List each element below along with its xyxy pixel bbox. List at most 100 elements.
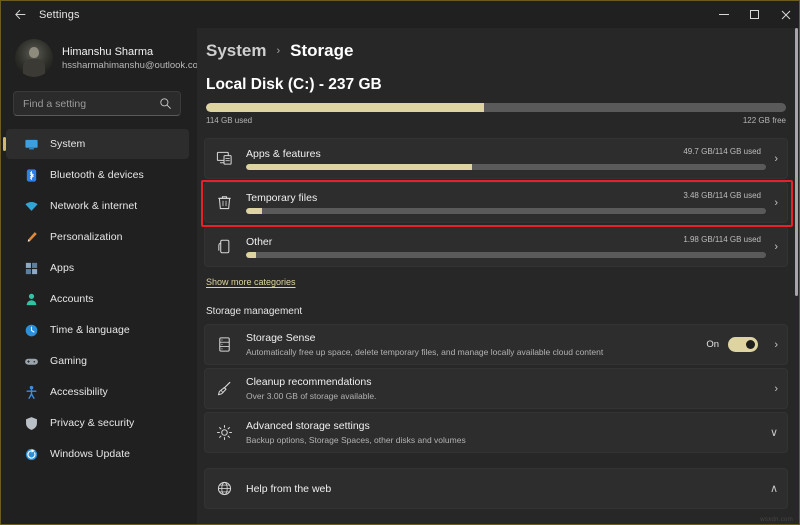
chevron-down-icon[interactable]: ∨ — [770, 427, 778, 439]
sidebar-item-label: Privacy & security — [50, 417, 135, 429]
avatar-head — [29, 46, 39, 58]
category-amount: 1.98 GB/114 GB used — [683, 235, 761, 244]
watermark: wsxdn.com — [760, 517, 793, 523]
sidebar-item-label: Apps — [50, 262, 75, 274]
row-text: Storage Sense Automatically free up spac… — [246, 331, 706, 358]
storage-sense-row[interactable]: Storage Sense Automatically free up spac… — [204, 324, 788, 365]
settings-window: Settings Himanshu Sharma hssharmahimansh… — [0, 0, 800, 525]
row-text: Cleanup recommendations Over 3.00 GB of … — [246, 375, 778, 402]
document-icon — [218, 239, 230, 254]
account-email: hssharmahimanshu@outlook.com — [62, 59, 206, 71]
search-box[interactable] — [13, 91, 181, 116]
sidebar-item-apps[interactable]: Apps — [6, 253, 189, 283]
row-subtitle: Automatically free up space, delete temp… — [246, 347, 604, 357]
chevron-up-icon[interactable]: ∧ — [770, 483, 778, 495]
broom-icon — [217, 381, 231, 396]
account-name: Himanshu Sharma — [62, 45, 154, 58]
disk-usage-labels: 114 GB used 122 GB free — [206, 116, 786, 125]
storage-category-other[interactable]: Other 1.98 GB/114 GB used › — [204, 226, 788, 267]
sidebar-item-privacy-security[interactable]: Privacy & security — [6, 408, 189, 438]
sidebar-item-label: Bluetooth & devices — [50, 169, 144, 181]
account-icon — [26, 293, 37, 305]
row-title: Help from the web — [246, 482, 332, 495]
title-bar: Settings — [1, 1, 799, 28]
search-icon[interactable] — [159, 97, 172, 110]
disk-used-label: 114 GB used — [206, 116, 253, 125]
trash-icon — [218, 196, 231, 210]
row-text: Advanced storage settings Backup options… — [246, 419, 778, 446]
close-button[interactable] — [770, 1, 799, 28]
breadcrumb-current: Storage — [290, 41, 354, 60]
chevron-right-icon[interactable]: › — [774, 241, 778, 253]
sidebar-item-label: Personalization — [50, 231, 123, 243]
avatar — [15, 39, 53, 77]
category-bar — [246, 207, 766, 214]
chevron-right-icon[interactable]: › — [774, 153, 778, 165]
sidebar-item-bluetooth-devices[interactable]: Bluetooth & devices — [6, 160, 189, 190]
update-icon — [25, 448, 38, 460]
account-profile[interactable]: Himanshu Sharma hssharmahimanshu@outlook… — [15, 39, 206, 77]
advanced-storage-settings-row[interactable]: Advanced storage settings Backup options… — [204, 412, 788, 453]
storage-category-apps-features[interactable]: Apps & features 49.7 GB/114 GB used › — [204, 138, 788, 179]
row-text: Help from the web — [246, 482, 778, 496]
breadcrumb-parent[interactable]: System — [206, 41, 266, 61]
close-icon — [781, 10, 790, 19]
gamepad-icon — [25, 358, 38, 365]
sidebar-item-label: Time & language — [50, 324, 130, 336]
maximize-button[interactable] — [739, 1, 770, 28]
back-button[interactable] — [1, 1, 39, 28]
show-more-categories-link[interactable]: Show more categories — [206, 277, 296, 287]
sidebar-item-system[interactable]: System — [3, 129, 189, 159]
disk-usage-bar — [206, 103, 786, 112]
storage-category-temporary-files[interactable]: Temporary files 3.48 GB/114 GB used › — [204, 182, 788, 223]
chevron-right-icon[interactable]: › — [774, 339, 778, 351]
row-title: Cleanup recommendations — [246, 376, 372, 388]
cleanup-recommendations-row[interactable]: Cleanup recommendations Over 3.00 GB of … — [204, 368, 788, 409]
category-bar — [246, 251, 766, 258]
category-bar — [246, 163, 766, 170]
sidebar-item-accounts[interactable]: Accounts — [6, 284, 189, 314]
storage-management-list: Storage Sense Automatically free up spac… — [197, 324, 799, 509]
apps-icon — [25, 262, 38, 274]
sidebar: Himanshu Sharma hssharmahimanshu@outlook… — [1, 28, 206, 524]
category-amount: 3.48 GB/114 GB used — [683, 191, 761, 200]
avatar-body — [23, 58, 45, 77]
bluetooth-icon — [26, 168, 37, 182]
sidebar-item-personalization[interactable]: Personalization — [6, 222, 189, 252]
help-from-web-row[interactable]: Help from the web ∧ — [204, 468, 788, 509]
breadcrumb: System › Storage — [206, 41, 799, 61]
gear-icon — [216, 424, 233, 441]
sidebar-nav: System Bluetooth & devices Network & int… — [1, 129, 197, 469]
minimize-button[interactable] — [708, 1, 739, 28]
sidebar-item-label: Windows Update — [50, 448, 131, 460]
scrollbar-thumb[interactable] — [795, 28, 798, 296]
category-bar-fill — [246, 163, 473, 170]
globe-icon — [217, 481, 232, 496]
storage-sense-toggle[interactable] — [728, 337, 758, 352]
back-arrow-icon — [14, 9, 25, 20]
sidebar-item-gaming[interactable]: Gaming — [6, 346, 189, 376]
storage-sense-toggle-group[interactable]: On — [706, 337, 758, 352]
sidebar-item-label: Accounts — [50, 293, 94, 305]
maximize-icon — [750, 10, 759, 19]
toggle-knob — [746, 340, 755, 349]
sidebar-item-network-internet[interactable]: Network & internet — [6, 191, 189, 221]
sidebar-item-label: Network & internet — [50, 200, 138, 212]
sidebar-item-windows-update[interactable]: Windows Update — [6, 439, 189, 469]
shield-icon — [26, 416, 37, 430]
storage-categories: Apps & features 49.7 GB/114 GB used › Te… — [204, 138, 788, 267]
sidebar-item-label: Accessibility — [50, 386, 108, 398]
sidebar-item-accessibility[interactable]: Accessibility — [6, 377, 189, 407]
clock-icon — [25, 324, 38, 336]
chevron-right-icon[interactable]: › — [774, 197, 778, 209]
page-title: Local Disk (C:) - 237 GB — [206, 76, 382, 93]
sidebar-item-time-language[interactable]: Time & language — [6, 315, 189, 345]
row-title: Storage Sense — [246, 332, 316, 344]
content-scrollbar[interactable] — [794, 28, 799, 524]
search-input[interactable] — [14, 97, 154, 110]
chevron-right-icon[interactable]: › — [774, 383, 778, 395]
sidebar-item-label: System — [50, 138, 86, 150]
storage-management-heading: Storage management — [206, 306, 303, 317]
sidebar-item-label: Gaming — [50, 355, 88, 367]
